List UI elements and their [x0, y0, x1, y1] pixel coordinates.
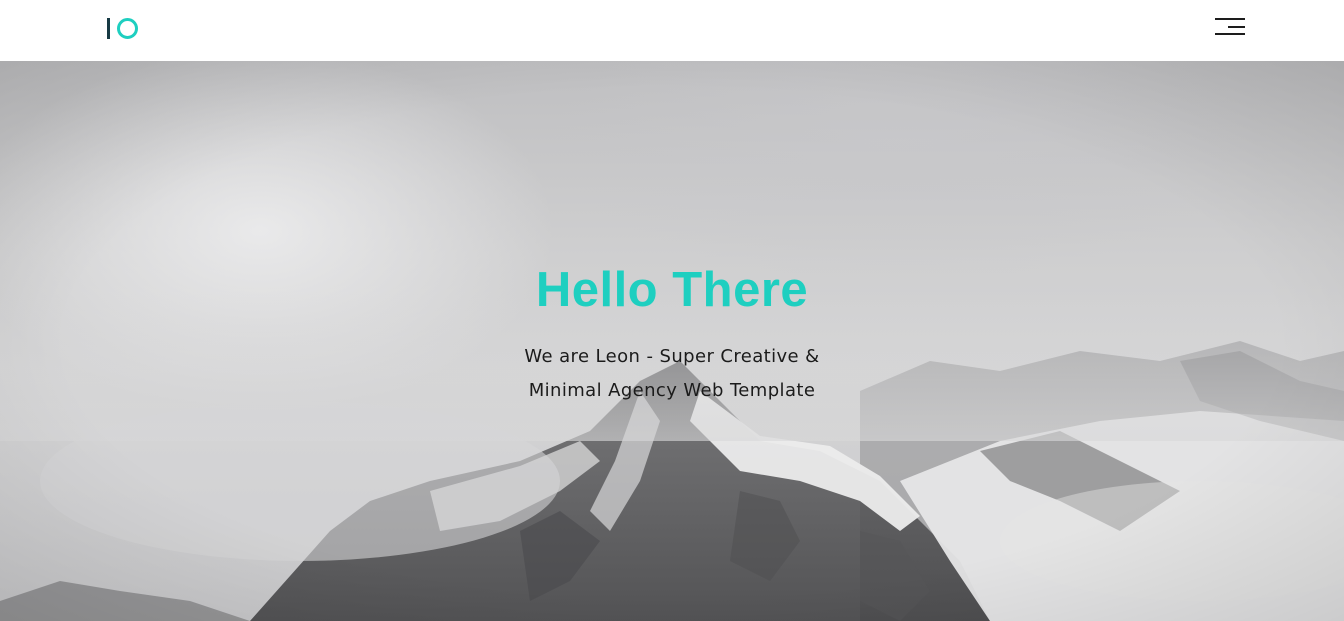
hero-subtitle-line-2: Minimal Agency Web Template	[528, 380, 816, 401]
top-navbar	[0, 0, 1344, 61]
hero-title: Hello There	[535, 263, 809, 317]
menu-line-bottom	[1215, 33, 1245, 35]
menu-line-middle	[1228, 26, 1245, 28]
hero-content: Hello There We are Leon - Super Creative…	[0, 260, 1344, 408]
menu-line-top	[1215, 18, 1245, 20]
hero-subtitle-line-1: We are Leon - Super Creative &	[524, 346, 820, 367]
logo-ring	[117, 18, 138, 39]
logo-icon[interactable]	[107, 17, 143, 41]
logo-bar	[107, 18, 110, 39]
hamburger-menu-icon[interactable]	[1212, 16, 1248, 38]
hero-section: Hello There We are Leon - Super Creative…	[0, 61, 1344, 621]
hero-subtitle: We are Leon - Super Creative & Minimal A…	[0, 340, 1344, 408]
